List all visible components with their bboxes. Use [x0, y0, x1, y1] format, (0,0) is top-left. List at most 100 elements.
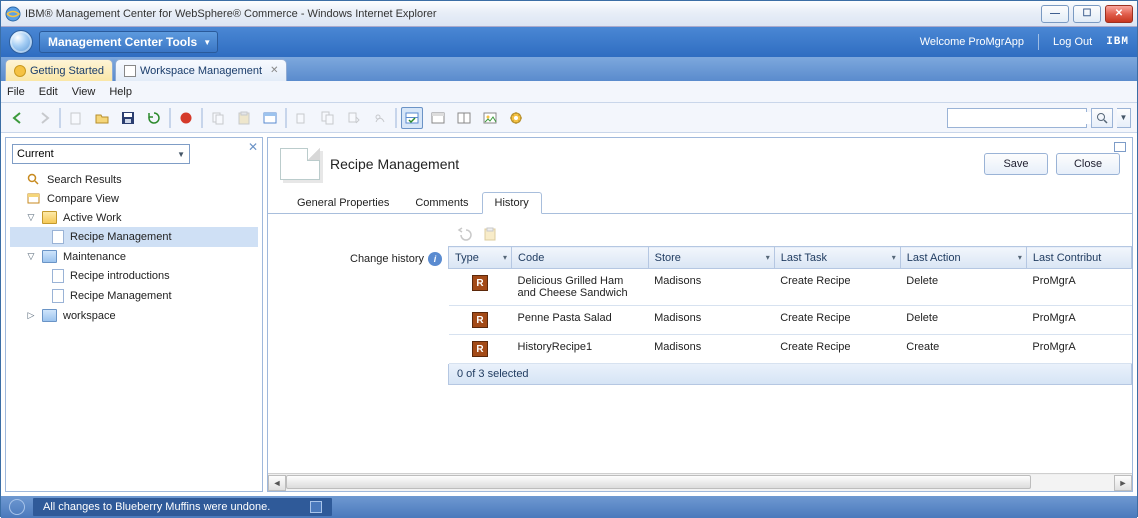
- menu-bar: File Edit View Help: [1, 81, 1137, 103]
- menu-view[interactable]: View: [72, 86, 96, 98]
- show-split-view-button[interactable]: [453, 107, 475, 129]
- cell-code: HistoryRecipe1: [512, 335, 649, 364]
- scroll-thumb[interactable]: [286, 475, 1031, 489]
- panel-close-icon[interactable]: ✕: [248, 140, 258, 154]
- horizontal-scrollbar[interactable]: ◄ ►: [268, 473, 1132, 491]
- menu-edit[interactable]: Edit: [39, 86, 58, 98]
- collapse-icon[interactable]: ▽: [26, 212, 36, 223]
- nav-label: Active Work: [63, 212, 121, 224]
- view-selector-label: Current: [17, 148, 54, 160]
- expand-icon[interactable]: ▷: [26, 310, 36, 321]
- back-button[interactable]: [7, 107, 29, 129]
- search-dropdown-button[interactable]: ▼: [1117, 108, 1131, 128]
- status-indicator-icon: [9, 499, 25, 515]
- search-button[interactable]: [1091, 108, 1113, 128]
- tab-label: Getting Started: [30, 65, 104, 77]
- col-type[interactable]: Type▾: [449, 247, 512, 269]
- ibm-logo: IBM: [1106, 36, 1129, 48]
- cell-contrib: ProMgrA: [1026, 306, 1131, 335]
- stop-button[interactable]: [175, 107, 197, 129]
- collapse-icon[interactable]: ▽: [26, 251, 36, 262]
- management-center-tools-button[interactable]: Management Center Tools: [39, 31, 218, 53]
- nav-maintenance[interactable]: ▽ Maintenance: [10, 247, 258, 266]
- save-button[interactable]: [117, 107, 139, 129]
- folder-icon: [42, 250, 57, 263]
- search-box[interactable]: [947, 108, 1087, 128]
- cut-button[interactable]: [291, 107, 313, 129]
- nav-workspace[interactable]: ▷ workspace: [10, 306, 258, 325]
- nav-label: Compare View: [47, 193, 119, 205]
- properties-button[interactable]: [259, 107, 281, 129]
- panel-restore-icon[interactable]: [1114, 142, 1126, 152]
- separator: [1038, 34, 1039, 50]
- window-close-button[interactable]: ✕: [1105, 5, 1133, 23]
- find-button[interactable]: [369, 107, 391, 129]
- recipe-type-icon: R: [472, 275, 488, 291]
- col-store[interactable]: Store▾: [648, 247, 774, 269]
- forward-button[interactable]: [33, 107, 55, 129]
- new-button[interactable]: [65, 107, 87, 129]
- tab-getting-started[interactable]: Getting Started: [5, 59, 113, 81]
- show-image-view-button[interactable]: [479, 107, 501, 129]
- col-last-task[interactable]: Last Task▾: [774, 247, 900, 269]
- duplicate-button[interactable]: [317, 107, 339, 129]
- cell-action: Create: [900, 335, 1026, 364]
- col-code[interactable]: Code: [512, 247, 649, 269]
- menu-help[interactable]: Help: [109, 86, 132, 98]
- nav-compare-view[interactable]: Compare View: [10, 189, 258, 208]
- table-row[interactable]: R Penne Pasta Salad Madisons Create Reci…: [449, 306, 1132, 335]
- logout-link[interactable]: Log Out: [1053, 36, 1092, 48]
- tab-history[interactable]: History: [482, 192, 542, 214]
- save-button[interactable]: Save: [984, 153, 1048, 175]
- nav-search-results[interactable]: Search Results: [10, 170, 258, 189]
- nav-label: Maintenance: [63, 251, 126, 263]
- minimize-button[interactable]: —: [1041, 5, 1069, 23]
- scroll-right-button[interactable]: ►: [1114, 475, 1132, 491]
- col-last-contributor[interactable]: Last Contribut: [1026, 247, 1131, 269]
- welcome-text: Welcome ProMgrApp: [920, 36, 1024, 48]
- nav-recipe-management-2[interactable]: Recipe Management: [10, 286, 258, 306]
- info-icon[interactable]: i: [428, 252, 442, 266]
- open-button[interactable]: [91, 107, 113, 129]
- undo-icon[interactable]: [456, 226, 472, 245]
- nav-active-work[interactable]: ▽ Active Work: [10, 208, 258, 227]
- page-icon: [52, 269, 64, 283]
- show-list-view-button[interactable]: [401, 107, 423, 129]
- refresh-button[interactable]: [143, 107, 165, 129]
- separator: [201, 108, 203, 128]
- management-center-bar: Management Center Tools Welcome ProMgrAp…: [1, 27, 1137, 57]
- status-detail-icon[interactable]: [310, 501, 322, 513]
- preferences-button[interactable]: [505, 107, 527, 129]
- search-input[interactable]: [956, 112, 1098, 124]
- tab-icon: [14, 65, 26, 77]
- maximize-button[interactable]: ☐: [1073, 5, 1101, 23]
- tab-comments[interactable]: Comments: [402, 192, 481, 213]
- nav-label: Search Results: [47, 174, 122, 186]
- clipboard-copy-button[interactable]: [343, 107, 365, 129]
- show-calendar-view-button[interactable]: [427, 107, 449, 129]
- navigation-tree: Search Results Compare View ▽ Active Wor…: [10, 170, 258, 325]
- history-table-wrap: Type▾ Code Store▾ Last Task▾ Last Action…: [448, 224, 1132, 385]
- compare-icon: [26, 192, 41, 205]
- nav-recipe-management[interactable]: Recipe Management: [10, 227, 258, 247]
- view-selector[interactable]: Current: [12, 144, 190, 164]
- clipboard-icon[interactable]: [482, 226, 498, 245]
- folder-icon: [42, 309, 57, 322]
- globe-icon: [9, 30, 33, 54]
- page-icon: [52, 230, 64, 244]
- scroll-left-button[interactable]: ◄: [268, 475, 286, 491]
- editor-header: Recipe Management Save Close: [268, 138, 1132, 190]
- separator: [285, 108, 287, 128]
- paste-button[interactable]: [233, 107, 255, 129]
- menu-file[interactable]: File: [7, 86, 25, 98]
- scroll-track[interactable]: [286, 475, 1114, 491]
- table-row[interactable]: R Delicious Grilled Ham and Cheese Sandw…: [449, 269, 1132, 306]
- table-row[interactable]: R HistoryRecipe1 Madisons Create Recipe …: [449, 335, 1132, 364]
- tab-workspace-management[interactable]: Workspace Management ✕: [115, 59, 287, 81]
- close-button[interactable]: Close: [1056, 153, 1120, 175]
- col-last-action[interactable]: Last Action▾: [900, 247, 1026, 269]
- tab-close-icon[interactable]: ✕: [270, 65, 278, 76]
- copy-button[interactable]: [207, 107, 229, 129]
- nav-recipe-introductions[interactable]: Recipe introductions: [10, 266, 258, 286]
- tab-general-properties[interactable]: General Properties: [284, 192, 402, 213]
